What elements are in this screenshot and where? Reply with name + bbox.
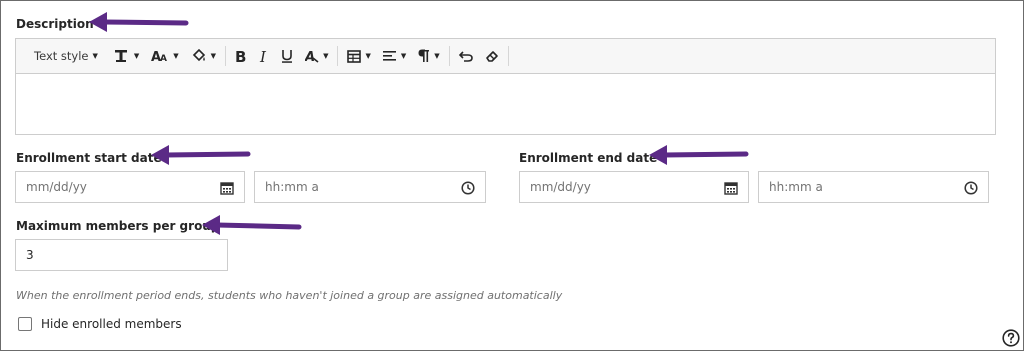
toolbar-divider <box>337 46 339 66</box>
editor-toolbar: Text style ▼ ▼ A A ▼ ▼ B I A ▼ ▼ ▼ ▼ <box>16 39 995 74</box>
text-format-button[interactable]: ▼ <box>108 43 145 69</box>
caret-down-icon: ▼ <box>210 52 217 60</box>
text-style-label: Text style <box>34 49 89 63</box>
enrollment-start-time-field[interactable] <box>254 171 486 203</box>
text-color-icon: A <box>305 50 319 63</box>
annotation-arrow <box>649 145 749 165</box>
calendar-icon[interactable] <box>723 180 739 196</box>
svg-text:A: A <box>305 50 315 63</box>
font-size-button[interactable]: A A ▼ <box>145 43 184 69</box>
bold-button[interactable]: B <box>229 43 253 69</box>
table-icon <box>347 49 362 63</box>
svg-text:A: A <box>160 54 167 63</box>
svg-text:B: B <box>235 49 246 63</box>
enrollment-start-label: Enrollment start date <box>16 151 162 165</box>
description-text-area[interactable] <box>16 74 995 134</box>
enrollment-end-date-input[interactable] <box>520 172 748 202</box>
caret-down-icon: ▼ <box>323 52 329 60</box>
enrollment-end-time-field[interactable] <box>758 171 989 203</box>
hide-enrolled-row[interactable]: Hide enrolled members <box>18 317 182 331</box>
max-members-input[interactable] <box>16 240 227 270</box>
clock-icon[interactable] <box>963 180 979 196</box>
toolbar-divider <box>225 46 227 66</box>
bold-icon: B <box>235 49 246 63</box>
align-button[interactable]: ▼ <box>377 43 412 69</box>
helper-text: When the enrollment period ends, student… <box>16 289 563 302</box>
enrollment-end-date-field[interactable] <box>519 171 749 203</box>
enrollment-start-date-input[interactable] <box>16 172 244 202</box>
enrollment-start-time-input[interactable] <box>255 172 485 202</box>
caret-down-icon: ▼ <box>92 52 98 60</box>
underline-icon <box>282 50 293 63</box>
highlight-icon <box>192 49 205 62</box>
clock-icon[interactable] <box>460 180 476 196</box>
highlight-button[interactable]: ▼ <box>185 43 222 69</box>
italic-button[interactable]: I <box>253 43 275 69</box>
caret-down-icon: ▼ <box>400 52 407 60</box>
calendar-icon[interactable] <box>219 180 235 196</box>
toolbar-divider <box>507 46 509 66</box>
max-members-label: Maximum members per group <box>16 219 220 233</box>
caret-down-icon: ▼ <box>434 52 440 60</box>
align-icon <box>382 51 396 61</box>
paragraph-icon <box>418 49 430 62</box>
toolbar-divider <box>448 46 450 66</box>
table-button[interactable]: ▼ <box>341 43 376 69</box>
annotation-arrow <box>89 12 189 32</box>
annotation-arrow <box>202 215 302 235</box>
svg-text:I: I <box>259 49 267 63</box>
paragraph-button[interactable]: ▼ <box>412 43 445 69</box>
underline-button[interactable] <box>275 43 299 69</box>
caret-down-icon: ▼ <box>173 52 179 60</box>
enrollment-start-date-field[interactable] <box>15 171 245 203</box>
text-style-dropdown[interactable]: Text style ▼ <box>28 43 108 69</box>
clear-format-button[interactable] <box>479 43 505 69</box>
caret-down-icon: ▼ <box>365 52 371 60</box>
enrollment-end-time-input[interactable] <box>759 172 988 202</box>
annotation-arrow <box>151 145 251 165</box>
undo-icon <box>458 51 473 62</box>
enrollment-end-label: Enrollment end date <box>519 151 658 165</box>
font-size-icon: AA <box>151 50 167 63</box>
text-format-icon <box>114 50 127 62</box>
text-color-button[interactable]: A ▼ <box>299 43 334 69</box>
description-editor: Text style ▼ ▼ A A ▼ ▼ B I A ▼ ▼ ▼ ▼ <box>15 38 996 135</box>
hide-enrolled-checkbox[interactable] <box>18 317 32 331</box>
eraser-icon <box>485 51 498 62</box>
hide-enrolled-label: Hide enrolled members <box>41 317 182 331</box>
caret-down-icon: ▼ <box>133 52 140 60</box>
italic-icon: I <box>259 49 267 63</box>
help-icon[interactable] <box>1002 329 1020 347</box>
undo-button[interactable] <box>453 43 479 69</box>
max-members-field[interactable] <box>15 239 228 271</box>
description-label: Description <box>16 17 94 31</box>
